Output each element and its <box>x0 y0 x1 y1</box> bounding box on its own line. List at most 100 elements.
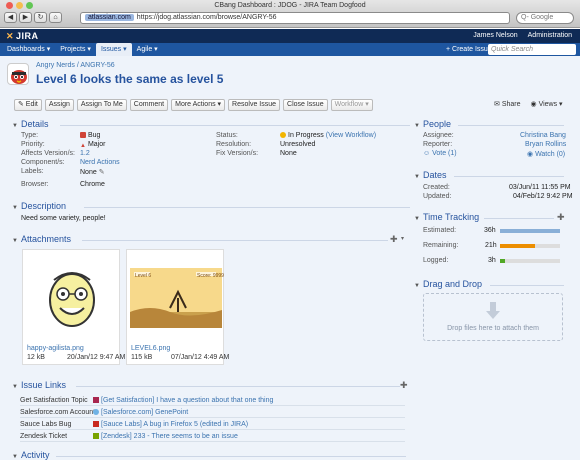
assign-to-me-button[interactable]: Assign To Me <box>76 99 127 111</box>
administration-link[interactable]: Administration <box>528 32 572 39</box>
file-drop-zone[interactable]: Drop files here to attach them <box>423 293 563 341</box>
user-menu[interactable]: James Nelson <box>473 32 517 39</box>
logo-text: JIRA <box>16 31 39 41</box>
close-issue-button[interactable]: Close Issue <box>283 99 328 111</box>
level6-game-label: Level 6 <box>135 273 152 279</box>
link-type: Get Satisfaction Topic <box>20 397 88 404</box>
nav-projects[interactable]: Projects ▾ <box>55 43 96 56</box>
resolve-issue-button[interactable]: Resolve Issue <box>228 99 281 111</box>
attachment-filename[interactable]: happy-agilista.png <box>27 345 84 352</box>
people-heading[interactable]: ▼ People <box>414 119 451 129</box>
details-rule <box>60 125 410 126</box>
remaining-bar-fill <box>500 244 535 248</box>
labels-label: Labels: <box>21 168 44 175</box>
collapse-icon: ▼ <box>12 123 18 129</box>
link-target[interactable]: [Get Satisfaction] I have a question abo… <box>93 397 273 404</box>
affects-version-link[interactable]: 1.2 <box>80 150 90 157</box>
workflow-button[interactable]: Workflow ▾ <box>330 99 373 111</box>
breadcrumb-project[interactable]: Angry Nerds <box>36 62 75 69</box>
back-button[interactable]: ◀ <box>4 12 17 23</box>
more-actions-button[interactable]: More Actions ▾ <box>171 99 226 111</box>
breadcrumb-issue-key[interactable]: ANGRY-56 <box>80 62 114 69</box>
people-heading-label: People <box>422 119 451 129</box>
browser-chrome: CBang Dashboard : JDOG - JIRA Team Dogfo… <box>0 0 580 28</box>
view-workflow-link[interactable]: (View Workflow) <box>326 132 376 139</box>
components-label: Component/s: <box>21 159 65 166</box>
dates-rule <box>454 176 564 177</box>
assign-button[interactable]: Assign <box>44 99 74 111</box>
minimize-window-button[interactable] <box>16 2 23 9</box>
zoom-window-button[interactable] <box>26 2 33 9</box>
priority-label: Priority: <box>21 141 45 148</box>
nav-agile[interactable]: Agile ▾ <box>132 43 163 56</box>
create-issue-button[interactable]: + Create Issue <box>446 45 492 54</box>
attachment-filename[interactable]: LEVEL6.png <box>131 345 170 352</box>
vote-link[interactable]: ☺ Vote (1) <box>423 150 457 157</box>
collapse-icon: ▼ <box>12 205 18 211</box>
attachments-heading-label: Attachments <box>20 234 71 244</box>
reload-button[interactable]: ↻ <box>34 12 47 23</box>
link-target[interactable]: [Zendesk] 233 - There seems to be an iss… <box>93 433 238 440</box>
app-header: ✕ JIRA James Nelson Administration <box>0 29 580 43</box>
activity-heading[interactable]: ▼ Activity <box>12 450 49 460</box>
estimated-bar-track <box>500 229 560 233</box>
created-label: Created: <box>423 184 450 191</box>
views-button[interactable]: ◉ Views ▾ <box>531 100 563 108</box>
edit-button[interactable]: ✎ Edit <box>14 99 42 111</box>
components-link[interactable]: Nerd Actions <box>80 159 120 166</box>
browser-label: Browser: <box>21 181 49 188</box>
quick-search-input[interactable]: Quick Search <box>488 44 576 55</box>
add-link-icon[interactable]: ✚ <box>400 380 408 391</box>
link-target[interactable]: [Salesforce.com] GenePoint <box>93 409 188 416</box>
project-avatar <box>7 63 29 85</box>
description-heading[interactable]: ▼ Description <box>12 201 66 211</box>
people-rule <box>458 125 564 126</box>
share-button[interactable]: ✉ Share <box>494 100 521 108</box>
link-type: Sauce Labs Bug <box>20 421 72 428</box>
activity-rule <box>56 456 406 457</box>
breadcrumb: Angry Nerds / ANGRY-56 <box>36 62 115 69</box>
close-window-button[interactable] <box>6 2 13 9</box>
collapse-icon: ▼ <box>12 384 18 390</box>
time-tracking-heading[interactable]: ▼ Time Tracking <box>414 212 479 222</box>
pencil-icon[interactable]: ✎ <box>99 169 105 176</box>
time-tracking-rule <box>484 218 554 219</box>
comment-button[interactable]: Comment <box>129 99 169 111</box>
remaining-value: 21h <box>485 242 497 249</box>
link-row: Zendesk Ticket [Zendesk] 233 - There see… <box>20 431 405 442</box>
reporter-link[interactable]: Bryan Rollins <box>525 141 566 148</box>
envelope-icon: ✉ <box>494 101 502 108</box>
link-target[interactable]: [Sauce Labs] A bug in Firefox 5 (edited … <box>93 421 248 428</box>
details-heading[interactable]: ▼ Details <box>12 119 48 129</box>
browser-search-input[interactable]: Q- Google <box>516 12 574 24</box>
url-text: https://jdog.atlassian.com/browse/ANGRY-… <box>136 14 277 21</box>
jira-logo[interactable]: ✕ JIRA <box>6 31 39 42</box>
affects-version-value[interactable]: 1.2 <box>80 150 90 157</box>
dates-heading[interactable]: ▼ Dates <box>414 170 446 180</box>
forward-button[interactable]: ▶ <box>19 12 32 23</box>
status-label: Status: <box>216 132 238 139</box>
log-work-icon[interactable]: ✚ <box>557 212 565 223</box>
estimated-label: Estimated: <box>423 227 457 234</box>
attachment-card[interactable]: Level 6 Score: 9999 LEVEL6.png 115 kB 07… <box>126 249 229 365</box>
estimated-value: 36h <box>484 227 496 234</box>
attachment-options-icon[interactable]: ▾ <box>401 235 404 242</box>
updated-label: Updated: <box>423 193 452 200</box>
watch-link[interactable]: ◉ Watch (0) <box>527 150 565 158</box>
eye-icon: ◉ <box>530 101 539 108</box>
issue-links-heading[interactable]: ▼ Issue Links <box>12 380 66 390</box>
happy-agilista-thumbnail[interactable] <box>24 258 120 338</box>
time-tracking-heading-label: Time Tracking <box>422 212 480 222</box>
attachments-heading[interactable]: ▼ Attachments <box>12 234 71 244</box>
home-button[interactable]: ⌂ <box>49 12 62 23</box>
zendesk-icon <box>93 433 99 439</box>
components-value[interactable]: Nerd Actions <box>80 159 120 166</box>
attachment-card[interactable]: happy-agilista.png 12 kB 20/Jan/12 9:47 … <box>22 249 125 365</box>
drag-drop-heading[interactable]: ▼ Drag and Drop <box>414 279 482 289</box>
collapse-icon: ▼ <box>12 454 18 460</box>
address-bar[interactable]: atlassian.com https://jdog.atlassian.com/… <box>80 12 510 24</box>
nav-dashboards[interactable]: Dashboards ▾ <box>2 43 55 56</box>
nav-issues[interactable]: Issues ▾ <box>95 43 132 56</box>
add-attachment-icon[interactable]: ✚ <box>390 234 398 245</box>
assignee-link[interactable]: Christina Bang <box>520 132 566 139</box>
